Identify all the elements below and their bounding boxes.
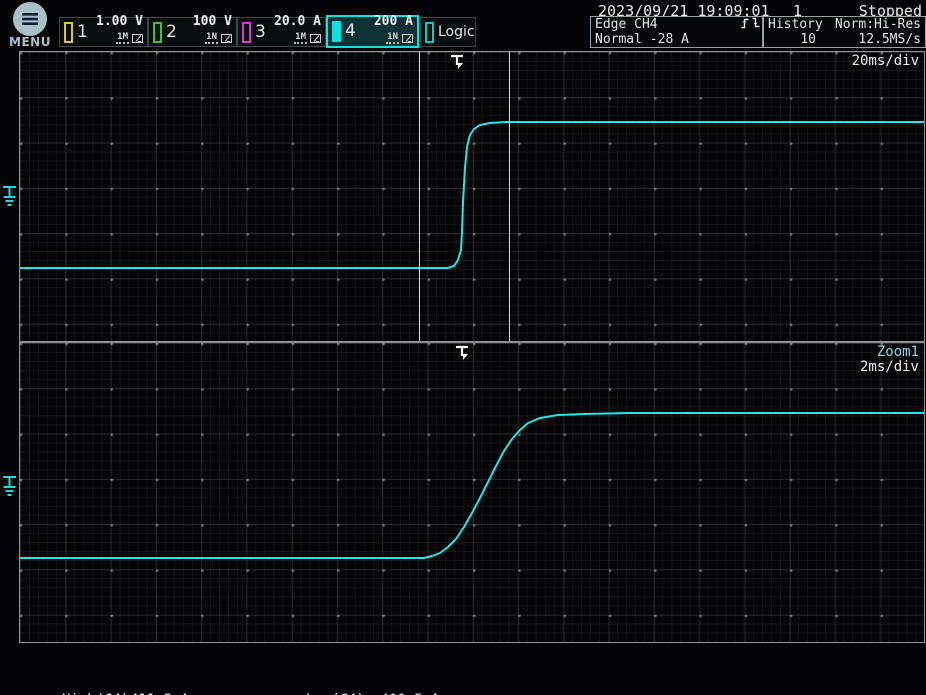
channel-4-number: 4 [345,23,356,40]
channel-2-scale: 100 V [193,16,232,28]
menu-button-label: MENU [7,35,53,49]
menu-button[interactable] [13,2,47,36]
channel-4-coupling: 1N [386,33,399,44]
ch4-ground-level-marker-main[interactable] [1,184,18,213]
measurement-group-neg-over: -Over(C4) 0.7% [765,668,905,695]
zoom1-waveform-window: Zoom1 2ms/div [19,342,925,643]
channel-2-box[interactable]: 2 100 V 1N [148,17,237,47]
channel-1-indicator [64,22,73,43]
zoom1-timebase-label: 2ms/div [860,359,919,375]
logic-box[interactable]: Logic [420,17,476,47]
trigger-type-source: Edge CH4 [595,17,658,32]
channel-3-coupling: 1M [294,33,307,44]
channel-4-indicator [332,21,341,42]
probe-icon [310,29,321,48]
channel-3-scale: 20.0 A [274,16,321,28]
logic-indicator [425,22,434,43]
measurement-group-low-fall: Low(C4) -400.5 A Fall(C4) ***** [300,661,439,695]
ch4-main-trace [20,52,924,341]
sample-rate: 12.5MS/s [858,32,921,47]
channel-2-indicator [153,22,162,43]
main-timebase-label: 20ms/div [852,53,919,69]
main-waveform-window: 20ms/div [19,51,925,342]
channel-1-box[interactable]: 1 1.00 V 1M [59,17,148,47]
zoom1-title: Zoom1 [877,344,919,360]
ch4-zoom-trace [20,343,924,642]
probe-icon [402,29,413,48]
history-label: History [768,17,823,32]
measurement-group-pos-over: +Over(C4) 0.5% [528,668,668,695]
channel-1-coupling: 1M [116,33,129,44]
channel-3-box[interactable]: 3 20.0 A 1M [237,17,326,47]
probe-icon [221,29,232,48]
ch4-ground-level-marker-zoom[interactable] [1,474,18,503]
channel-2-number: 2 [166,24,177,41]
logic-label: Logic [438,24,475,40]
channel-3-number: 3 [255,24,266,41]
history-count: 10 [768,32,816,47]
hamburger-icon [21,12,39,26]
channel-4-scale: 200 A [374,16,413,28]
channel-1-number: 1 [77,24,88,41]
channel-1-scale: 1.00 V [96,16,143,28]
channel-4-box-selected[interactable]: 4 200 A 1N [326,15,419,48]
zoom-region-right-handle[interactable] [509,52,510,341]
channel-3-indicator [242,22,251,43]
zoom-region-left-handle[interactable] [419,52,420,341]
acquisition-mode: Norm:Hi-Res [835,17,921,32]
measurement-group-high-rise: High(C4) 411.5 A Rise(C4) 1.62672ms [62,661,206,695]
probe-icon [132,29,143,48]
trigger-panel[interactable]: Edge CH4 Normal -28 A [590,16,763,48]
trigger-mode-level: Normal -28 A [595,32,689,47]
channel-2-coupling: 1N [205,33,218,44]
oscilloscope-screen: MENU 1 1.00 V 1M 2 100 V 1N 3 20.0 A [0,0,926,695]
trigger-position-marker[interactable] [450,54,465,74]
zoom-trigger-position-marker[interactable] [455,345,470,365]
acquisition-panel[interactable]: History Norm:Hi-Res 10 12.5MS/s [763,16,926,48]
